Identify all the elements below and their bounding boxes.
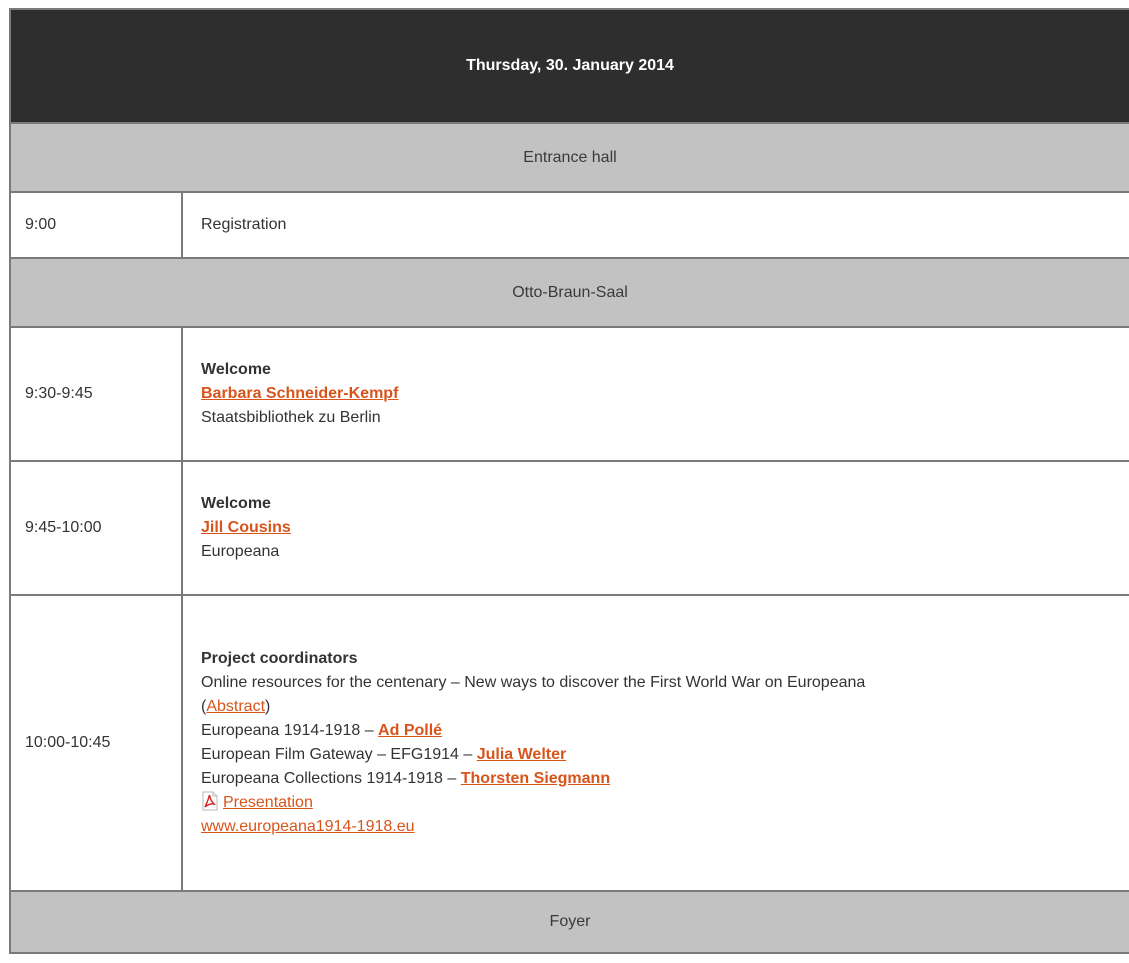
session-title: Welcome	[201, 361, 271, 378]
room-row-otto: Otto-Braun-Saal	[9, 257, 1129, 328]
project-item: Europeana Collections 1914-1918 – Thorst…	[201, 770, 611, 787]
room-row-foyer: Foyer	[9, 890, 1129, 954]
session-content: Welcome Jill Cousins Europeana	[181, 460, 1129, 596]
day-header: Thursday, 30. January 2014	[9, 8, 1129, 124]
session-description: Online resources for the centenary – New…	[201, 674, 866, 691]
room-row-entrance: Entrance hall	[9, 122, 1129, 193]
day-header-row: Thursday, 30. January 2014	[9, 8, 1129, 124]
session-content: Registration	[181, 191, 1129, 259]
speaker-link-welter[interactable]: Julia Welter	[477, 746, 567, 763]
speaker-link-schneider-kempf[interactable]: Barbara Schneider-Kempf	[201, 385, 398, 402]
project-item: European Film Gateway – EFG1914 – Julia …	[201, 746, 567, 763]
session-title: Welcome	[201, 495, 271, 512]
pdf-icon	[201, 791, 219, 811]
room-foyer: Foyer	[9, 890, 1129, 954]
session-time: 9:45-10:00	[9, 460, 183, 596]
speaker-link-cousins[interactable]: Jill Cousins	[201, 519, 291, 536]
session-time: 10:00-10:45	[9, 594, 183, 892]
schedule-table: Thursday, 30. January 2014 Entrance hall…	[9, 8, 1129, 954]
project-item: Europeana 1914-1918 – Ad Pollé	[201, 722, 443, 739]
session-org: Staatsbibliothek zu Berlin	[201, 409, 381, 426]
speaker-link-siegmann[interactable]: Thorsten Siegmann	[461, 770, 610, 787]
room-otto-braun-saal: Otto-Braun-Saal	[9, 257, 1129, 328]
session-time: 9:00	[9, 191, 183, 259]
session-title: Project coordinators	[201, 650, 358, 667]
session-row-welcome-1: 9:30-9:45 Welcome Barbara Schneider-Kemp…	[9, 326, 1129, 462]
session-row-registration: 9:00 Registration	[9, 191, 1129, 259]
abstract-line: (Abstract)	[201, 698, 271, 715]
presentation-line: Presentation	[201, 791, 1119, 815]
session-content: Project coordinators Online resources fo…	[181, 594, 1129, 892]
session-time: 9:30-9:45	[9, 326, 183, 462]
session-row-welcome-2: 9:45-10:00 Welcome Jill Cousins European…	[9, 460, 1129, 596]
speaker-link-polle[interactable]: Ad Pollé	[378, 722, 442, 739]
room-entrance-hall: Entrance hall	[9, 122, 1129, 193]
abstract-link[interactable]: Abstract	[206, 698, 265, 715]
presentation-link[interactable]: Presentation	[223, 794, 313, 811]
session-content: Welcome Barbara Schneider-Kempf Staatsbi…	[181, 326, 1129, 462]
session-row-project-coordinators: 10:00-10:45 Project coordinators Online …	[9, 594, 1129, 892]
website-link[interactable]: www.europeana1914-1918.eu	[201, 818, 415, 835]
session-text: Registration	[201, 216, 287, 233]
session-org: Europeana	[201, 543, 280, 560]
